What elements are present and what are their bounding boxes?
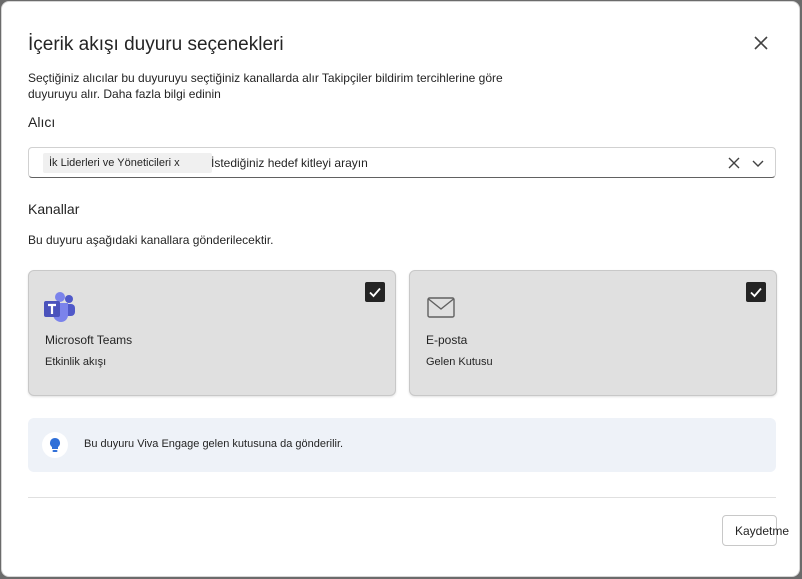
mail-icon: [427, 297, 455, 318]
lightbulb-icon: [42, 432, 68, 458]
teams-channel-name: Microsoft Teams: [45, 333, 133, 347]
channel-card-teams[interactable]: Microsoft Teams Etkinlik akışı: [28, 270, 396, 396]
recipient-picker[interactable]: İk Liderleri ve Yöneticileri x: [28, 147, 776, 178]
close-icon: [754, 36, 768, 50]
footer-divider: [28, 497, 776, 498]
dialog-description: Seçtiğiniz alıcılar bu duyuruyu seçtiğin…: [28, 70, 528, 102]
info-message-bar: Bu duyuru Viva Engage gelen kutusuna da …: [28, 418, 776, 472]
learn-more-link[interactable]: Daha fazla bilgi edinin: [103, 87, 220, 101]
close-button[interactable]: [750, 32, 772, 54]
info-text: Bu duyuru Viva Engage gelen kutusuna da …: [84, 438, 344, 450]
teams-channel-sub: Etkinlik akışı: [45, 356, 107, 368]
email-checkbox[interactable]: [746, 282, 766, 302]
audience-search-input[interactable]: [211, 152, 711, 174]
dialog-title: İçerik akışı duyuru seçenekleri: [28, 34, 284, 55]
teams-icon: [44, 292, 75, 322]
email-channel-sub: Gelen Kutusu: [426, 356, 493, 368]
email-channel-name: E-posta: [426, 333, 468, 347]
description-text: Seçtiğiniz alıcılar bu duyuruyu seçtiğin…: [28, 71, 503, 101]
save-button[interactable]: Kaydetme: [722, 515, 789, 546]
channels-description: Bu duyuru aşağıdaki kanallara gönderilec…: [28, 233, 274, 247]
channel-card-email[interactable]: E-posta Gelen Kutusu: [409, 270, 777, 396]
announcement-options-dialog: İçerik akışı duyuru seçenekleri Seçtiğin…: [1, 1, 800, 577]
checkmark-icon: [369, 287, 381, 298]
channels-label: Kanallar: [28, 201, 80, 217]
recipient-chip[interactable]: İk Liderleri ve Yöneticileri x: [43, 153, 212, 173]
teams-checkbox[interactable]: [365, 282, 385, 302]
clear-icon[interactable]: [727, 156, 741, 170]
chevron-down-icon[interactable]: [751, 156, 765, 170]
recipient-label: Alıcı: [28, 114, 56, 130]
checkmark-icon: [750, 287, 762, 298]
